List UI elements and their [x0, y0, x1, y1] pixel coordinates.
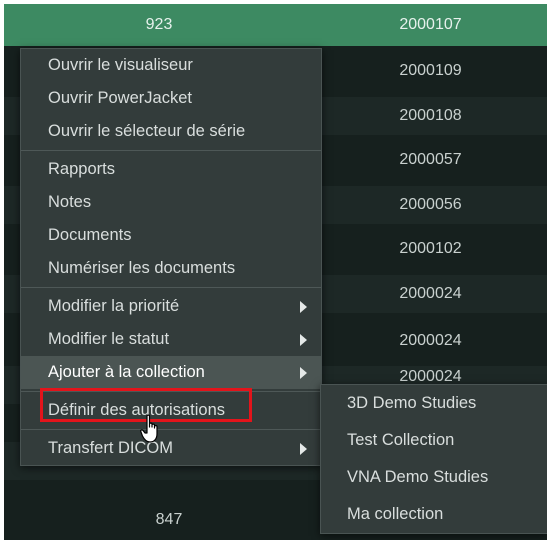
menu-item-label: Modifier la priorité [48, 297, 180, 315]
table-cell: 923 [145, 16, 173, 33]
menu-separator [21, 391, 321, 392]
table-cell: 2000102 [399, 240, 462, 257]
menu-item-change-priority[interactable]: Modifier la priorité [21, 290, 321, 323]
study-list: 923 2000107 2000109 2000108 2000057 2000… [4, 4, 547, 540]
menu-item-dicom-transfer[interactable]: Transfert DICOM [21, 432, 321, 465]
menu-item-change-status[interactable]: Modifier le statut [21, 323, 321, 356]
table-cell: 2000109 [399, 62, 462, 79]
menu-separator [21, 150, 321, 151]
menu-separator [21, 429, 321, 430]
table-row-selected[interactable]: 923 2000107 [4, 4, 547, 46]
context-menu: Ouvrir le visualiseur Ouvrir PowerJacket… [20, 48, 322, 466]
table-cell: 847 [155, 511, 183, 528]
table-cell: 2000108 [399, 107, 462, 124]
menu-item-set-permissions[interactable]: Définir des autorisations [21, 394, 321, 427]
menu-item-open-viewer[interactable]: Ouvrir le visualiseur [21, 49, 321, 82]
menu-item-open-series-selector[interactable]: Ouvrir le sélecteur de série [21, 115, 321, 148]
menu-item-label: Ajouter à la collection [48, 363, 205, 381]
table-cell: 2000056 [399, 196, 462, 213]
table-cell: 2000107 [399, 16, 462, 33]
submenu-arrow-icon [300, 333, 307, 346]
menu-item-label: Modifier le statut [48, 330, 170, 348]
table-cell: 2000024 [399, 332, 462, 349]
hand-cursor-icon [140, 414, 158, 443]
submenu-arrow-icon [300, 366, 307, 379]
menu-item-open-powerjacket[interactable]: Ouvrir PowerJacket [21, 82, 321, 115]
table-cell: 2000057 [399, 151, 462, 168]
submenu-item-3d-demo-studies[interactable]: 3D Demo Studies [321, 385, 547, 422]
table-cell: 2000024 [399, 285, 462, 302]
menu-item-add-to-collection[interactable]: Ajouter à la collection [21, 356, 321, 389]
table-cell: 2000024 [399, 368, 462, 382]
menu-item-notes[interactable]: Notes [21, 186, 321, 219]
submenu-item-test-collection[interactable]: Test Collection [321, 422, 547, 459]
submenu-arrow-icon [300, 300, 307, 313]
submenu-arrow-icon [300, 442, 307, 455]
menu-separator [21, 287, 321, 288]
menu-item-documents[interactable]: Documents [21, 219, 321, 252]
menu-item-reports[interactable]: Rapports [21, 153, 321, 186]
submenu-item-vna-demo-studies[interactable]: VNA Demo Studies [321, 459, 547, 496]
submenu-item-ma-collection[interactable]: Ma collection [321, 496, 547, 533]
menu-item-scan-documents[interactable]: Numériser les documents [21, 252, 321, 285]
collection-submenu: 3D Demo Studies Test Collection VNA Demo… [320, 384, 547, 534]
